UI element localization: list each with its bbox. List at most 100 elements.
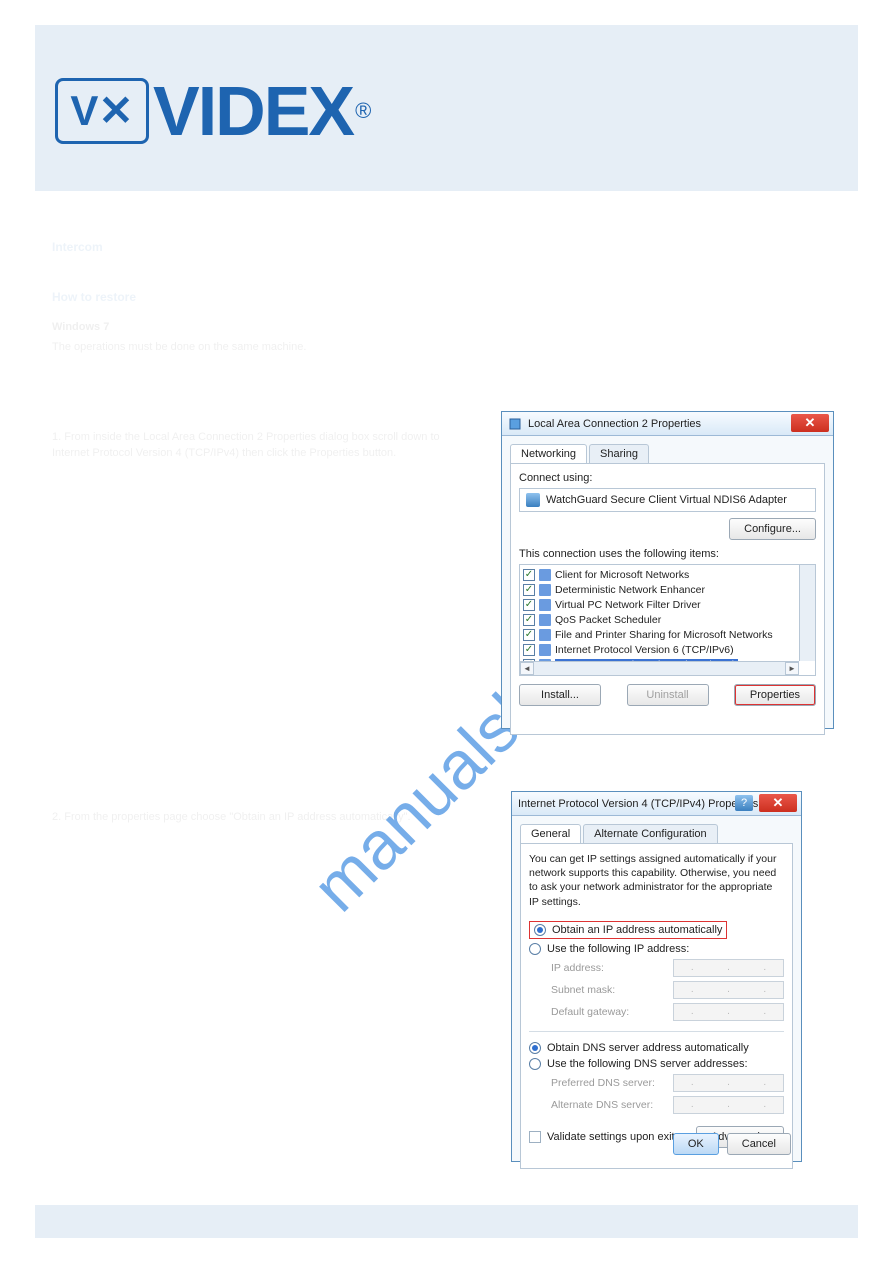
help-icon[interactable]: ?	[735, 795, 753, 811]
ipv4-titlebar[interactable]: Internet Protocol Version 4 (TCP/IPv4) P…	[512, 792, 801, 816]
install-button[interactable]: Install...	[519, 684, 601, 706]
list-item[interactable]: QoS Packet Scheduler	[522, 612, 797, 627]
checkbox-icon[interactable]	[523, 629, 535, 641]
restore-intro-text: The operations must be done on the same …	[52, 340, 472, 356]
ipv4-properties-dialog: Internet Protocol Version 4 (TCP/IPv4) P…	[511, 791, 802, 1162]
component-icon	[539, 614, 551, 626]
list-inner: Client for Microsoft Networks Determinis…	[520, 565, 799, 661]
network-icon	[508, 417, 522, 431]
tab-sharing[interactable]: Sharing	[589, 444, 649, 463]
component-icon	[539, 599, 551, 611]
ipv4-tabstrip: General Alternate Configuration	[520, 824, 801, 843]
obtain-ip-auto-highlight: Obtain an IP address automatically	[529, 921, 727, 939]
preferred-dns-label: Preferred DNS server:	[551, 1077, 673, 1089]
restore-windows7-title: Windows 7	[52, 320, 472, 336]
logo-mark-text: V✕	[70, 90, 133, 132]
list-item-label: Internet Protocol Version 6 (TCP/IPv6)	[555, 644, 734, 656]
list-item[interactable]: Client for Microsoft Networks	[522, 567, 797, 582]
ipv4-title-text: Internet Protocol Version 4 (TCP/IPv4) P…	[518, 798, 758, 810]
vertical-scrollbar[interactable]	[799, 565, 815, 661]
separator	[529, 1031, 784, 1032]
radio-use-following-ip[interactable]	[529, 943, 541, 955]
adapter-field[interactable]: WatchGuard Secure Client Virtual NDIS6 A…	[519, 488, 816, 512]
section-intercom-title: Intercom	[52, 240, 103, 254]
scroll-track[interactable]	[534, 662, 785, 675]
use-following-ip-label: Use the following IP address:	[547, 943, 689, 955]
dns-fields-group: Preferred DNS server:... Alternate DNS s…	[551, 1074, 784, 1114]
obtain-dns-auto-option[interactable]: Obtain DNS server address automatically	[529, 1042, 784, 1054]
checkbox-icon[interactable]	[523, 614, 535, 626]
alternate-dns-input: ...	[673, 1096, 784, 1114]
restore-windows7-block: Windows 7 The operations must be done on…	[52, 320, 472, 356]
close-icon[interactable]: ✕	[791, 414, 829, 432]
list-item[interactable]: Internet Protocol Version 6 (TCP/IPv6)	[522, 642, 797, 657]
tab-alternate-config[interactable]: Alternate Configuration	[583, 824, 718, 843]
default-gateway-input: ...	[673, 1003, 784, 1021]
validate-option[interactable]: Validate settings upon exit	[529, 1131, 675, 1143]
ip-fields-group: IP address:... Subnet mask:... Default g…	[551, 959, 784, 1021]
properties-button[interactable]: Properties	[734, 684, 816, 706]
list-item-label: Virtual PC Network Filter Driver	[555, 599, 701, 611]
list-item[interactable]: Deterministic Network Enhancer	[522, 582, 797, 597]
checkbox-icon[interactable]	[523, 569, 535, 581]
radio-obtain-auto[interactable]	[534, 924, 546, 936]
radio-use-following-dns[interactable]	[529, 1058, 541, 1070]
ipv4-bottom-row: OK Cancel	[673, 1133, 795, 1155]
default-gateway-field: Default gateway:...	[551, 1003, 784, 1021]
configure-button[interactable]: Configure...	[729, 518, 816, 540]
checkbox-icon[interactable]	[523, 644, 535, 656]
use-following-dns-option[interactable]: Use the following DNS server addresses:	[529, 1058, 784, 1070]
checkbox-icon[interactable]	[523, 599, 535, 611]
list-item-label: File and Printer Sharing for Microsoft N…	[555, 629, 773, 641]
logo-mark: V✕	[55, 78, 149, 144]
preferred-dns-input: ...	[673, 1074, 784, 1092]
header-banner: V✕ VIDEX ®	[35, 25, 858, 191]
scroll-right-icon[interactable]: ►	[785, 662, 799, 675]
lan-button-row: Install... Uninstall Properties	[519, 684, 816, 706]
validate-label: Validate settings upon exit	[547, 1131, 675, 1143]
subnet-mask-input: ...	[673, 981, 784, 999]
ok-button[interactable]: OK	[673, 1133, 719, 1155]
obtain-dns-auto-label: Obtain DNS server address automatically	[547, 1042, 749, 1054]
ip-address-label: IP address:	[551, 962, 673, 974]
list-item-label: QoS Packet Scheduler	[555, 614, 661, 626]
items-label: This connection uses the following items…	[519, 548, 816, 560]
logo-wordmark: VIDEX	[153, 71, 353, 151]
validate-checkbox[interactable]	[529, 1131, 541, 1143]
adapter-icon	[526, 493, 540, 507]
list-item[interactable]: Virtual PC Network Filter Driver	[522, 597, 797, 612]
step-1-text: 1. From inside the Local Area Connection…	[52, 430, 472, 462]
tab-networking[interactable]: Networking	[510, 444, 587, 463]
scroll-left-icon[interactable]: ◄	[520, 662, 534, 675]
checkbox-icon[interactable]	[523, 584, 535, 596]
ip-address-input: ...	[673, 959, 784, 977]
lan-panel: Connect using: WatchGuard Secure Client …	[510, 463, 825, 735]
list-item-label: Deterministic Network Enhancer	[555, 584, 705, 596]
use-following-ip-option[interactable]: Use the following IP address:	[529, 943, 784, 955]
radio-obtain-dns-auto[interactable]	[529, 1042, 541, 1054]
list-item[interactable]: File and Printer Sharing for Microsoft N…	[522, 627, 797, 642]
obtain-ip-auto-label: Obtain an IP address automatically	[552, 924, 722, 936]
connection-items-list[interactable]: Client for Microsoft Networks Determinis…	[519, 564, 816, 676]
alternate-dns-label: Alternate DNS server:	[551, 1099, 673, 1111]
subnet-mask-field: Subnet mask:...	[551, 981, 784, 999]
ip-address-field: IP address:...	[551, 959, 784, 977]
tab-general[interactable]: General	[520, 824, 581, 843]
list-item-label: Client for Microsoft Networks	[555, 569, 689, 581]
ipv4-panel: You can get IP settings assigned automat…	[520, 843, 793, 1169]
alternate-dns-field: Alternate DNS server:...	[551, 1096, 784, 1114]
lan-tabstrip: Networking Sharing	[510, 444, 833, 463]
cancel-button[interactable]: Cancel	[727, 1133, 791, 1155]
component-icon	[539, 569, 551, 581]
ipv4-info-text: You can get IP settings assigned automat…	[529, 852, 784, 909]
horizontal-scrollbar[interactable]: ◄ ►	[520, 661, 799, 675]
lan-titlebar[interactable]: Local Area Connection 2 Properties ✕	[502, 412, 833, 436]
default-gateway-label: Default gateway:	[551, 1006, 673, 1018]
uninstall-button: Uninstall	[627, 684, 709, 706]
close-icon[interactable]: ✕	[759, 794, 797, 812]
lan-title-text: Local Area Connection 2 Properties	[528, 418, 701, 430]
lan-properties-dialog: Local Area Connection 2 Properties ✕ Net…	[501, 411, 834, 729]
footer-banner	[35, 1205, 858, 1238]
adapter-name: WatchGuard Secure Client Virtual NDIS6 A…	[546, 494, 787, 506]
subnet-mask-label: Subnet mask:	[551, 984, 673, 996]
